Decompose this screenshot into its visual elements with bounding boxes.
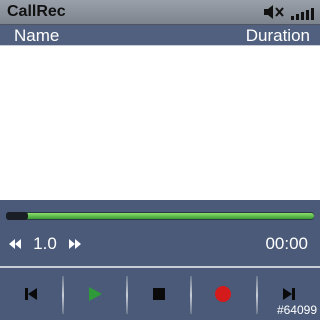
play-icon (89, 287, 102, 301)
progress-bar[interactable] (6, 212, 314, 220)
time-display: 00:00 (265, 234, 308, 253)
rewind-icon[interactable] (8, 238, 22, 250)
skip-previous-button[interactable] (0, 268, 62, 320)
status-icons (263, 4, 314, 20)
speed-control: 1.0 (8, 234, 82, 254)
speed-value: 1.0 (33, 234, 57, 253)
signal-bars-icon (291, 6, 314, 20)
progress-fill (6, 213, 314, 219)
list-header: Name Duration (0, 25, 320, 46)
fast-forward-icon[interactable] (68, 238, 82, 250)
play-button[interactable] (64, 268, 126, 320)
column-header-name[interactable]: Name (14, 26, 59, 46)
skip-next-icon (283, 288, 295, 300)
record-icon (215, 286, 231, 302)
speaker-muted-icon (264, 5, 284, 19)
skip-previous-icon (25, 288, 37, 300)
app-title: CallRec (7, 3, 66, 20)
stop-button[interactable] (128, 268, 190, 320)
recordings-list[interactable] (0, 46, 320, 200)
build-badge: #64099 (276, 303, 317, 317)
stop-icon (153, 288, 165, 300)
progress-knob[interactable] (6, 212, 28, 220)
record-button[interactable] (192, 268, 254, 320)
playback-toolbar (0, 268, 320, 320)
player-panel (0, 200, 320, 266)
column-header-duration[interactable]: Duration (246, 26, 310, 46)
title-bar: CallRec (0, 0, 320, 25)
